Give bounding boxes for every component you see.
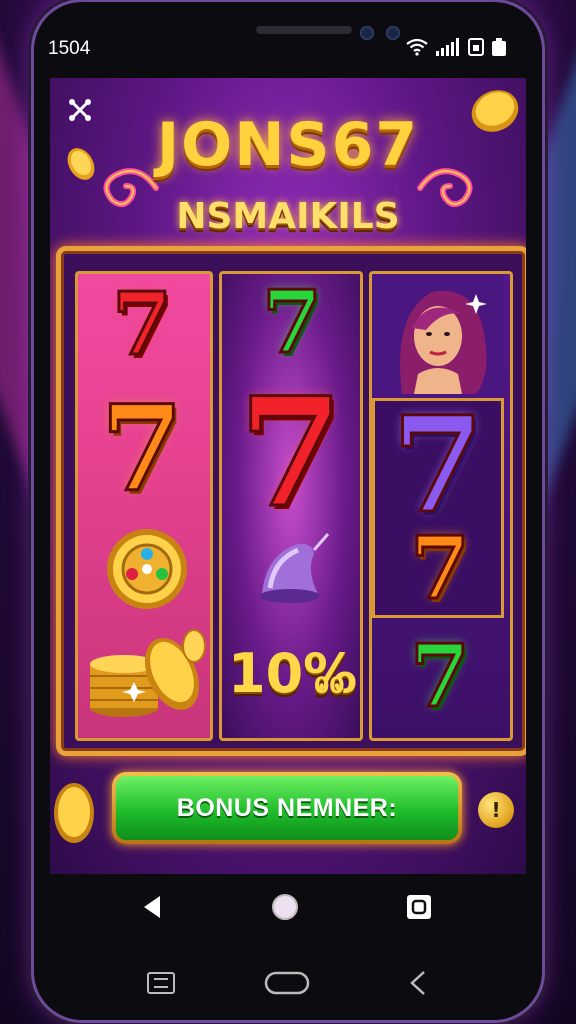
- home-pill-icon[interactable]: [264, 970, 310, 996]
- jeweled-coin-icon: [107, 529, 187, 609]
- coin-info-button[interactable]: !: [478, 792, 514, 828]
- bonus-percent-subtext: 00: [314, 674, 345, 699]
- navigation-bar: [48, 874, 524, 938]
- bonus-button[interactable]: BONUS NEMNER:: [112, 772, 462, 844]
- recents-icon[interactable]: [404, 892, 434, 922]
- reel-2[interactable]: 7 7 10% 00: [219, 271, 363, 741]
- bell-icon: [260, 533, 330, 603]
- slot-machine-frame: 7 7 7 7 10% 00 7 7 7: [56, 246, 526, 756]
- game-screen: JONS67 NSMAIKILS 7 7 7 7 10% 00 7 7 7 BO…: [50, 78, 526, 874]
- coin-icon: [471, 90, 519, 132]
- status-time: 1504: [48, 38, 91, 59]
- secondary-navigation-bar: [48, 950, 524, 1014]
- reel-1[interactable]: 7 7: [75, 271, 213, 741]
- battery-icon: [492, 38, 506, 56]
- home-icon[interactable]: [270, 892, 300, 922]
- game-title: JONS67: [156, 110, 420, 180]
- seven-symbol: 7: [391, 388, 486, 543]
- game-subtitle: NSMAIKILS: [176, 196, 400, 237]
- seven-symbol: 7: [237, 365, 344, 541]
- sim-icon: [468, 38, 484, 56]
- reel-3[interactable]: 7 7 7: [369, 271, 513, 741]
- bonus-button-label: BONUS NEMNER:: [176, 793, 398, 822]
- coin-stack-icon: [90, 629, 206, 717]
- coin-icon: [67, 148, 95, 180]
- speaker-grille: [256, 26, 352, 34]
- coin-info-icon: !: [491, 798, 501, 822]
- character-portrait: [372, 274, 504, 394]
- menu-icon[interactable]: [146, 968, 176, 998]
- status-bar: 1504: [48, 36, 508, 62]
- signal-icon: [436, 38, 459, 56]
- seven-symbol: 7: [261, 272, 324, 373]
- seven-symbol: 7: [111, 274, 174, 375]
- coin-icon: [54, 783, 94, 843]
- back-icon[interactable]: [138, 892, 168, 922]
- chevron-left-icon[interactable]: [404, 968, 434, 998]
- seven-symbol: 7: [409, 626, 472, 727]
- seven-symbol: 7: [409, 518, 472, 619]
- wifi-icon: [406, 38, 428, 56]
- seven-symbol: 7: [99, 379, 184, 518]
